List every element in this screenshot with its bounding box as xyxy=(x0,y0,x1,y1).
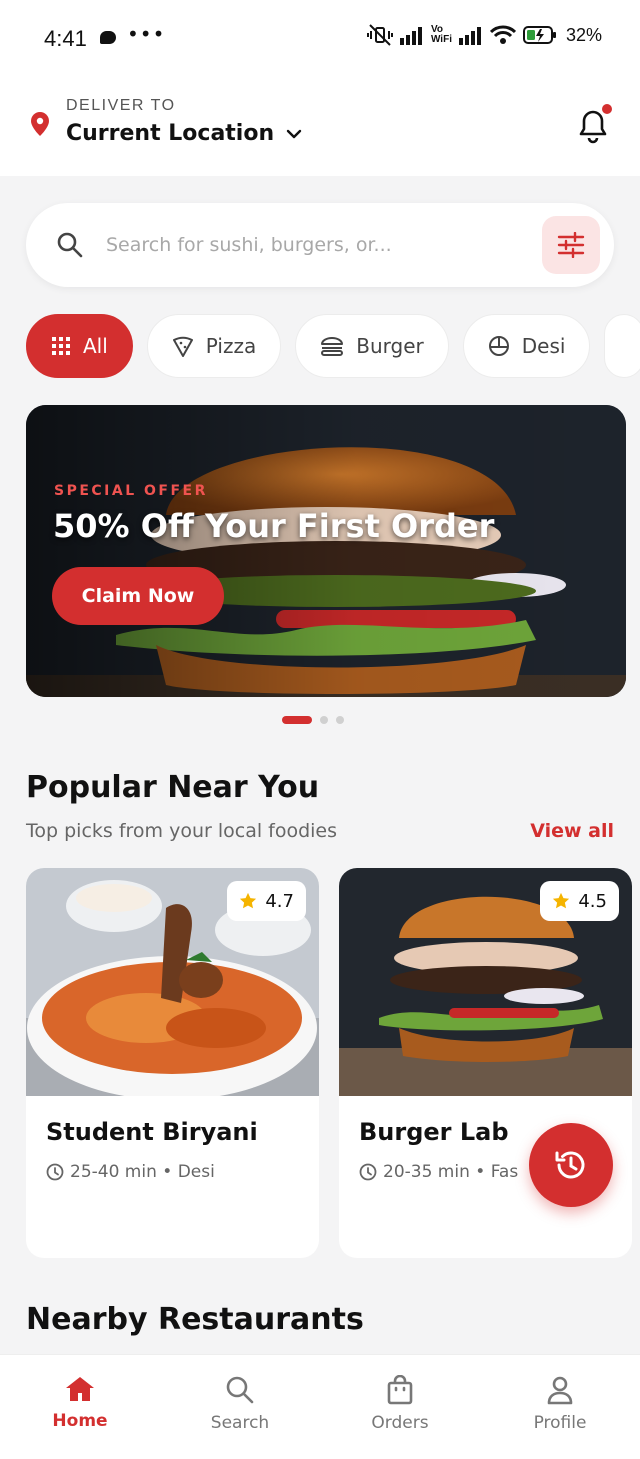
claim-now-button[interactable]: Claim Now xyxy=(52,567,224,625)
vowifi-bottom: WiFi xyxy=(430,34,452,45)
restaurant-meta-text: 25-40 min • Desi xyxy=(70,1162,215,1182)
app-header: DELIVER TO Current Location xyxy=(0,78,640,176)
carousel-dot[interactable] xyxy=(336,716,344,724)
category-label: Desi xyxy=(521,334,566,358)
history-icon xyxy=(555,1151,585,1179)
signal-icon xyxy=(399,27,422,45)
nav-label: Home xyxy=(52,1411,108,1431)
search-input[interactable] xyxy=(106,225,526,265)
chat-bubble-icon xyxy=(100,31,116,44)
category-label: All xyxy=(83,334,108,358)
status-icons: Vo WiFi 32% xyxy=(366,24,602,46)
search-icon xyxy=(226,1376,254,1404)
burger-icon xyxy=(321,337,344,356)
notification-badge xyxy=(602,104,612,114)
chevron-down-icon xyxy=(286,129,302,138)
vibrate-off-icon xyxy=(366,24,393,46)
nav-home[interactable]: Home xyxy=(0,1355,160,1459)
bell-icon xyxy=(579,110,607,144)
nav-orders[interactable]: Orders xyxy=(320,1355,480,1459)
restaurant-name: Student Biryani xyxy=(46,1118,258,1146)
location-pin-icon xyxy=(31,112,49,136)
location-selector[interactable]: Current Location xyxy=(66,121,302,146)
user-icon xyxy=(547,1376,573,1405)
star-icon xyxy=(553,892,570,909)
rating-value: 4.7 xyxy=(265,890,294,912)
status-time: 4:41 xyxy=(44,26,87,51)
home-icon xyxy=(66,1377,94,1401)
wifi-icon xyxy=(489,25,516,44)
clock-icon xyxy=(46,1163,64,1181)
nav-label: Orders xyxy=(371,1413,429,1433)
promo-banner[interactable]: SPECIAL OFFER 50% Off Your First Order C… xyxy=(26,405,626,697)
globe-bowl-icon xyxy=(488,336,509,356)
rating-value: 4.5 xyxy=(578,890,607,912)
category-chip-desi[interactable]: Desi xyxy=(462,314,591,378)
nav-search[interactable]: Search xyxy=(160,1355,320,1459)
bag-icon xyxy=(387,1375,413,1405)
restaurant-name: Burger Lab xyxy=(359,1118,509,1146)
restaurant-meta: 25-40 min • Desi xyxy=(46,1162,215,1182)
rating-badge: 4.5 xyxy=(540,881,619,921)
popular-section-title: Popular Near You xyxy=(26,770,320,805)
category-label: Burger xyxy=(356,334,424,358)
category-chip-all[interactable]: All xyxy=(26,314,133,378)
sliders-icon xyxy=(557,232,585,258)
category-chip-pizza[interactable]: Pizza xyxy=(146,314,282,378)
carousel-indicator xyxy=(282,716,344,724)
grid-icon xyxy=(52,337,70,355)
category-chips: All Pizza Burger Desi xyxy=(26,314,640,378)
battery-percent: 32% xyxy=(565,24,602,45)
nav-profile[interactable]: Profile xyxy=(480,1355,640,1459)
deliver-to-label: DELIVER TO xyxy=(66,97,176,114)
nav-label: Profile xyxy=(533,1413,587,1433)
bottom-navigation: Home Search Orders Profile xyxy=(0,1354,640,1459)
search-icon xyxy=(57,232,83,258)
notifications-button[interactable] xyxy=(578,104,612,144)
banner-eyebrow: SPECIAL OFFER xyxy=(54,483,208,499)
signal-icon xyxy=(458,27,481,45)
restaurant-card[interactable]: 4.7 Student Biryani 25-40 min • Desi xyxy=(26,868,319,1258)
burger-photo xyxy=(26,405,626,697)
pizza-icon xyxy=(172,336,193,357)
search-bar xyxy=(26,203,614,287)
restaurant-meta: 20-35 min • Fas xyxy=(359,1162,518,1182)
view-all-link[interactable]: View all xyxy=(530,820,614,842)
order-history-button[interactable] xyxy=(529,1123,613,1207)
vowifi-indicator: Vo WiFi xyxy=(431,25,452,45)
clock-icon xyxy=(359,1163,377,1181)
filter-button[interactable] xyxy=(542,216,600,274)
restaurant-meta-text: 20-35 min • Fas xyxy=(383,1162,519,1182)
carousel-dot[interactable] xyxy=(282,716,312,724)
star-icon xyxy=(240,892,257,909)
carousel-dot[interactable] xyxy=(320,716,328,724)
battery-charging-icon xyxy=(522,26,556,44)
category-chip-more[interactable] xyxy=(604,314,640,378)
status-bar: 4:41 ••• Vo WiFi 32% xyxy=(0,0,640,78)
nav-label: Search xyxy=(210,1413,270,1433)
category-label: Pizza xyxy=(205,334,257,358)
rating-badge: 4.7 xyxy=(227,881,306,921)
popular-section-subtitle: Top picks from your local foodies xyxy=(26,820,338,842)
banner-title: 50% Off Your First Order xyxy=(53,507,495,545)
nearby-section-title: Nearby Restaurants xyxy=(26,1302,364,1337)
category-chip-burger[interactable]: Burger xyxy=(295,314,449,378)
location-name: Current Location xyxy=(66,121,275,146)
more-notifications-indicator: ••• xyxy=(127,22,166,46)
